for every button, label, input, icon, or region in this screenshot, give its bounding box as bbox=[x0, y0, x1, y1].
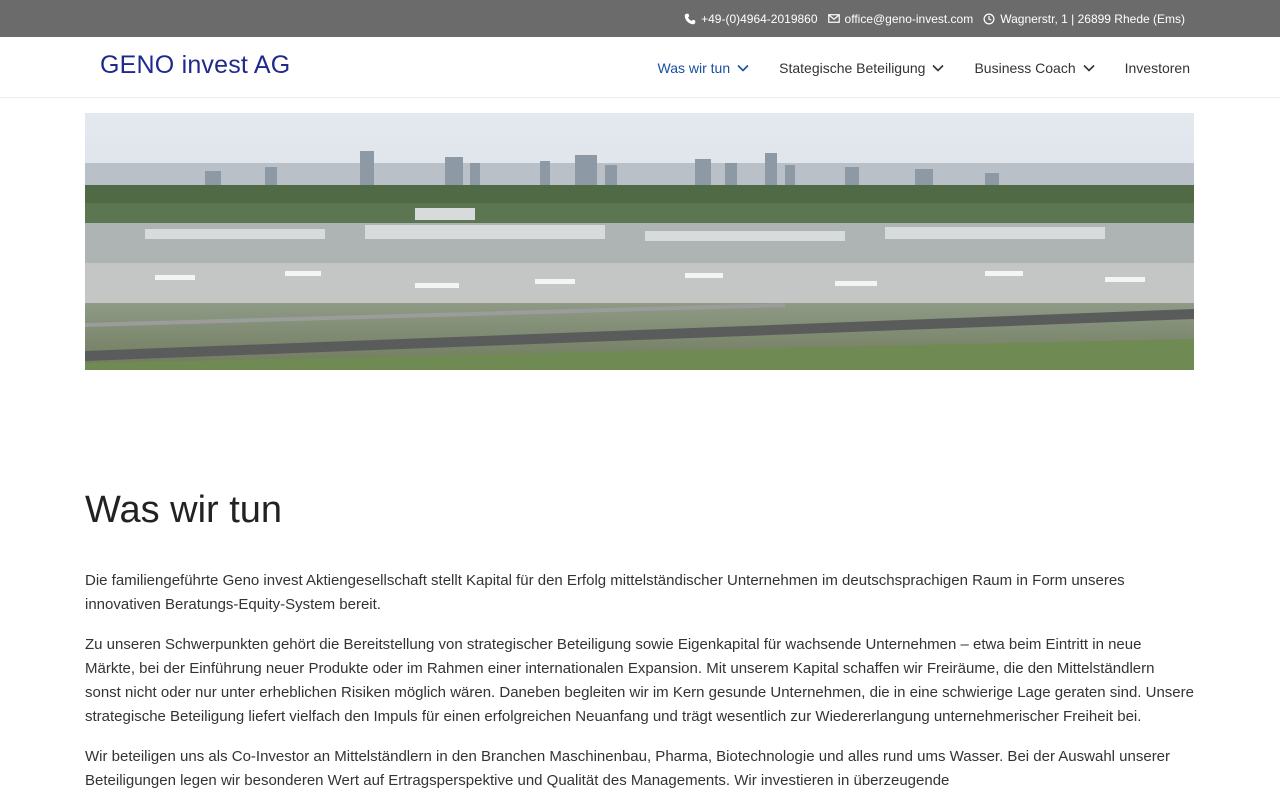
investment-paragraph: Wir beteiligen uns als Co-Investor an Mi… bbox=[85, 748, 1171, 789]
clock-icon bbox=[983, 13, 995, 24]
nav-item-business-coach[interactable]: Business Coach bbox=[974, 59, 1095, 76]
email-address: office@geno-invest.com bbox=[844, 11, 974, 26]
chevron-down-icon bbox=[932, 64, 945, 72]
nav-item-label: Business Coach bbox=[974, 59, 1076, 76]
nav-item-label: Investoren bbox=[1124, 59, 1190, 76]
nav-item-was-wir-tun[interactable]: Was wir tun bbox=[658, 60, 750, 76]
page-title: Was wir tun bbox=[85, 489, 283, 531]
site-header: GENO invest AG Was wir tun Stategische B… bbox=[0, 37, 1280, 98]
nav-item-investoren[interactable]: Investoren bbox=[1125, 60, 1190, 76]
chevron-down-icon bbox=[1083, 64, 1095, 72]
phone-number: +49-(0)4964-2019860 bbox=[701, 11, 818, 26]
phone-link[interactable]: +49-(0)4964-2019860 bbox=[684, 11, 818, 26]
email-link[interactable]: office@geno-invest.com bbox=[827, 11, 974, 26]
address-info: Wagnerstr, 1 | 26899 Rhede (Ems) bbox=[983, 12, 1185, 26]
focus-paragraph: Zu unseren Schwerpunkten gehört die Bere… bbox=[85, 636, 1194, 725]
nav-item-stategische-beteiligung[interactable]: Stategische Beteiligung bbox=[779, 59, 945, 76]
contact-bar: +49-(0)4964-2019860 office@geno-invest.c… bbox=[0, 0, 1280, 37]
address-text: Wagnerstr, 1 | 26899 Rhede (Ems) bbox=[1000, 11, 1185, 26]
nav-item-label: Was wir tun bbox=[657, 59, 731, 76]
envelope-icon bbox=[827, 14, 840, 23]
phone-icon bbox=[684, 13, 696, 24]
site-logo[interactable]: GENO invest AG bbox=[100, 51, 290, 80]
chevron-down-icon bbox=[737, 64, 749, 72]
hero-image bbox=[85, 113, 1194, 370]
nav-item-label: Stategische Beteiligung bbox=[779, 59, 926, 76]
airport-skyline-illustration bbox=[85, 113, 1194, 370]
intro-paragraph: Die familiengeführte Geno invest Aktieng… bbox=[85, 572, 1125, 613]
main-navigation: Was wir tun Stategische Beteiligung Busi… bbox=[628, 37, 1190, 98]
main-content: Was wir tun Die familiengeführte Geno in… bbox=[85, 485, 1194, 809]
